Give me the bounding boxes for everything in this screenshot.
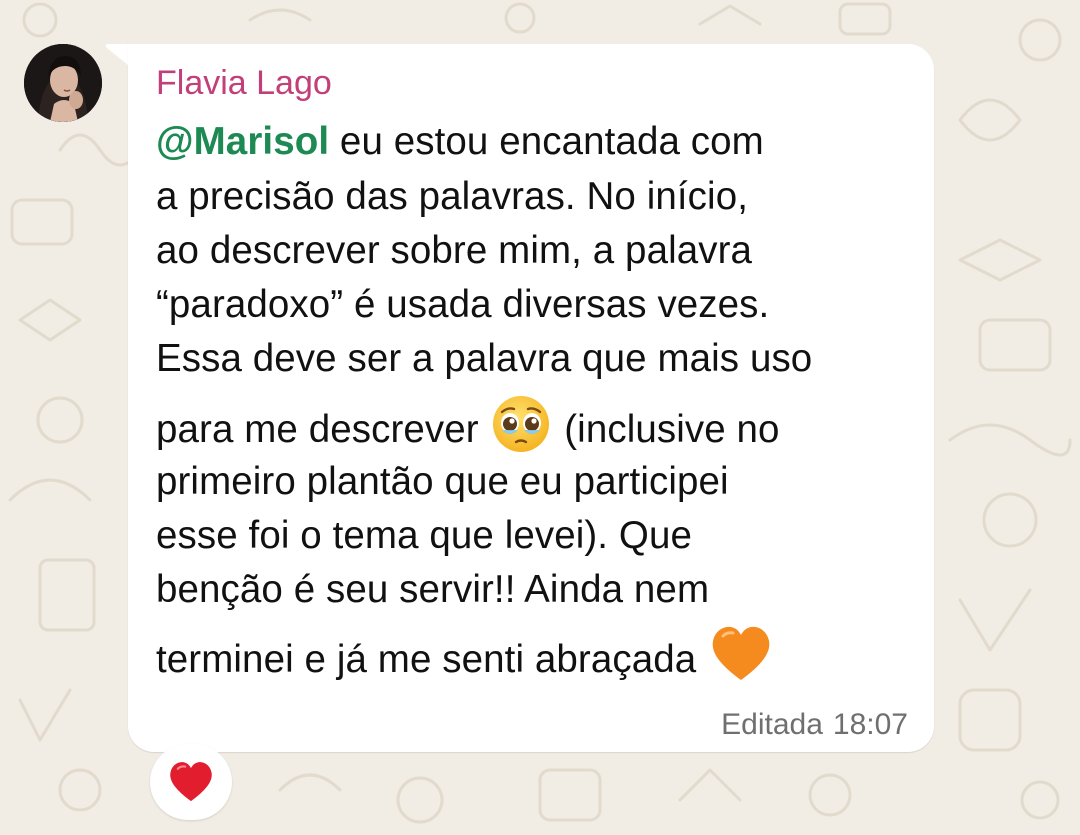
message-line: primeiro plantão que eu participei: [156, 460, 729, 503]
mention-link[interactable]: @Marisol: [156, 120, 329, 163]
message-text: terminei e já me senti abraçada: [156, 638, 697, 681]
message-bubble[interactable]: Flavia Lago @Marisol eu estou encantada …: [128, 44, 934, 752]
message-text: para me descrever: [156, 408, 479, 451]
avatar-portrait-icon: [24, 44, 102, 122]
edited-label: Editada: [721, 708, 823, 741]
message-line: para me descrever (inclusive no: [156, 394, 780, 464]
message-line: benção é seu servir!! Ainda nem: [156, 568, 710, 611]
message-text: (inclusive no: [553, 408, 780, 451]
message-line: Essa deve ser a palavra que mais uso: [156, 337, 813, 380]
sender-name[interactable]: Flavia Lago: [156, 64, 332, 103]
message-meta: Editada 18:07: [721, 708, 908, 742]
message-line: esse foi o tema que levei). Que: [156, 514, 692, 557]
message-line: a precisão das palavras. No início,: [156, 175, 748, 218]
avatar[interactable]: [24, 44, 102, 122]
red-heart-icon: [170, 762, 212, 802]
message-line: terminei e já me senti abraçada: [156, 624, 775, 694]
message-text: eu estou encantada com: [329, 120, 764, 163]
reaction-badge[interactable]: [150, 744, 232, 820]
message-line: “paradoxo” é usada diversas vezes.: [156, 283, 770, 326]
message-time: 18:07: [832, 708, 908, 741]
message-line: @Marisol eu estou encantada com: [156, 120, 764, 164]
orange-heart-icon: [709, 624, 773, 694]
pleading-face-icon: [491, 394, 551, 464]
message-line: ao descrever sobre mim, a palavra: [156, 229, 753, 272]
